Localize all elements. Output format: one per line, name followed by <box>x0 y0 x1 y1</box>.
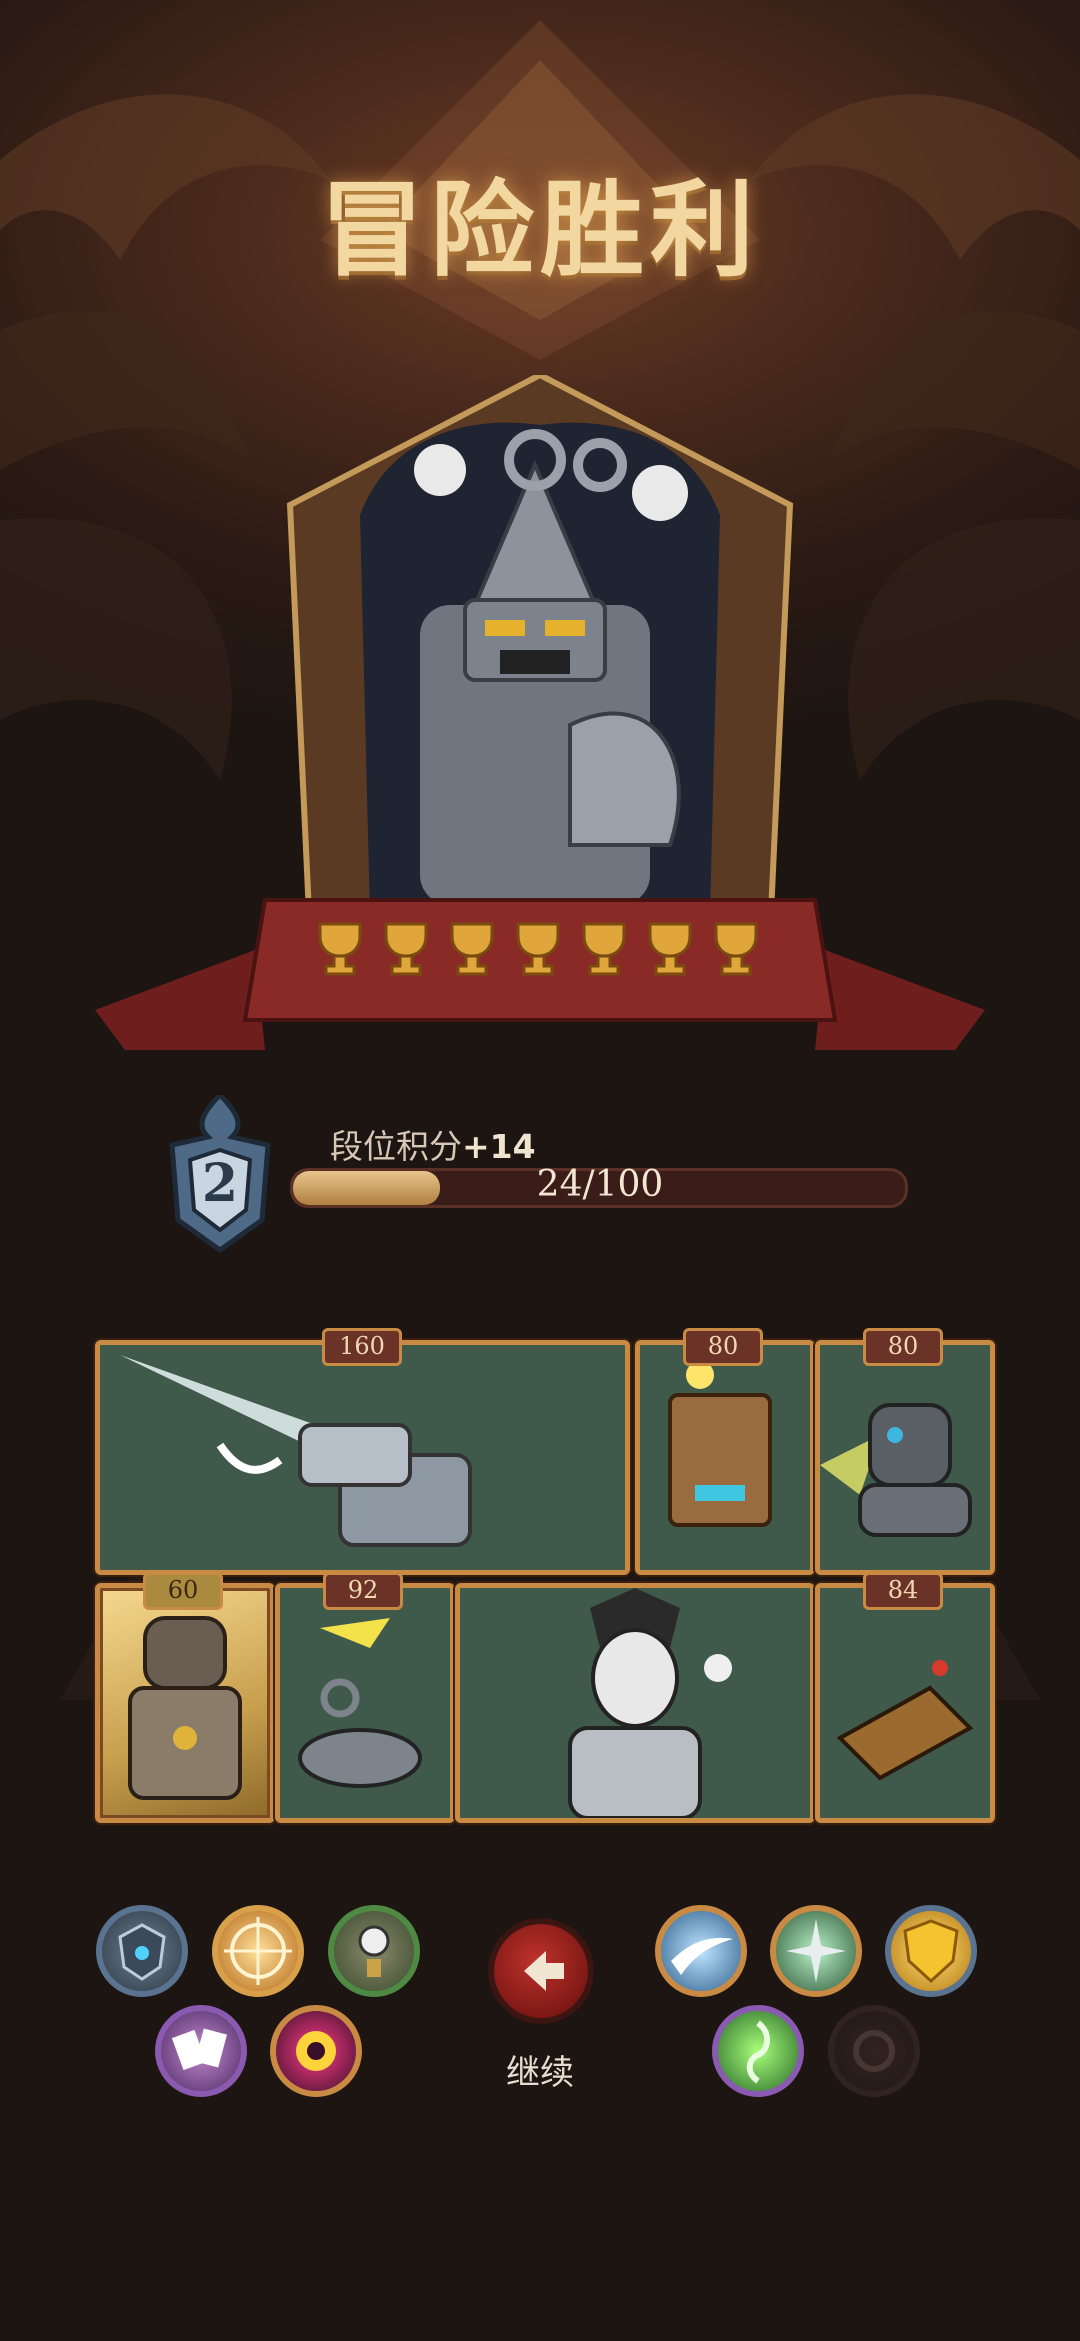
card-cost-badge: 60 <box>143 1572 223 1610</box>
continue-button[interactable] <box>488 1918 594 2024</box>
card-cost-badge: 84 <box>863 1572 943 1610</box>
pocket-watch-icon <box>358 1925 390 1977</box>
arrow-left-icon <box>524 1951 564 1991</box>
steam-cannon-card-icon <box>100 1345 625 1570</box>
skill-pocket-watch[interactable] <box>328 1905 420 1997</box>
shield-crest-icon <box>118 1923 166 1981</box>
page-title: 冒险胜利 <box>319 169 760 291</box>
armored-knight-card-icon <box>128 1616 242 1800</box>
skull-queen-card-icon <box>460 1588 810 1818</box>
skill-green-rune[interactable] <box>712 2005 804 2097</box>
vortex-eye-icon <box>296 2031 336 2071</box>
rank-points-text: 段位积分 <box>330 1127 462 1166</box>
trophy-icon <box>648 922 692 976</box>
rank-progress-text: 24/100 <box>536 1164 664 1205</box>
trophy-icon <box>582 922 626 976</box>
trophy-icon <box>318 922 362 976</box>
hero-portrait <box>286 375 794 935</box>
card-clockwork-rat[interactable] <box>815 1583 995 1823</box>
card-steam-cannon[interactable] <box>95 1340 630 1575</box>
trophy-icon <box>714 922 758 976</box>
skill-vortex-eye[interactable] <box>270 2005 362 2097</box>
card-wind-up-mouse[interactable] <box>275 1583 455 1823</box>
skill-target-burst[interactable] <box>212 1905 304 1997</box>
card-mech-dog[interactable] <box>815 1340 995 1575</box>
box-robot-card-icon <box>640 1345 810 1570</box>
skill-ice-slash[interactable] <box>655 1905 747 1997</box>
mech-dog-card-icon <box>820 1345 990 1570</box>
target-burst-icon <box>224 1917 292 1985</box>
skill-playing-cards[interactable] <box>155 2005 247 2097</box>
trophy-ribbon <box>95 898 985 1050</box>
rank-level: 2 <box>201 1153 239 1214</box>
skill-golden-shield[interactable] <box>885 1905 977 1997</box>
skill-shield-crest[interactable] <box>96 1905 188 1997</box>
trophy-icon <box>516 922 560 976</box>
skill-locked <box>828 2005 920 2097</box>
golden-shield-icon <box>903 1919 959 1984</box>
card-skull-queen[interactable] <box>455 1583 815 1823</box>
trophy-icon <box>450 922 494 976</box>
wind-up-mouse-card-icon <box>280 1588 450 1818</box>
playing-cards-icon <box>171 2028 227 2071</box>
card-cost-badge: 160 <box>322 1328 402 1366</box>
card-box-robot[interactable] <box>635 1340 815 1575</box>
rank-points-gain: +14 <box>462 1127 536 1166</box>
spike-burst-icon <box>786 1919 846 1983</box>
locked-skill-icon <box>853 2030 895 2072</box>
card-cost-badge: 92 <box>323 1572 403 1610</box>
rank-points-label: 段位积分+14 <box>330 1120 536 1168</box>
card-armored-knight[interactable] <box>95 1583 275 1823</box>
card-cost-badge: 80 <box>683 1328 763 1366</box>
skill-spike-burst[interactable] <box>770 1905 862 1997</box>
card-cost-badge: 80 <box>863 1328 943 1366</box>
trophy-icon <box>384 922 428 976</box>
continue-label[interactable]: 继续 <box>470 2045 610 2094</box>
green-rune-icon <box>746 2020 770 2084</box>
clockwork-rat-card-icon <box>820 1588 990 1818</box>
ice-slash-icon <box>671 1937 733 1975</box>
